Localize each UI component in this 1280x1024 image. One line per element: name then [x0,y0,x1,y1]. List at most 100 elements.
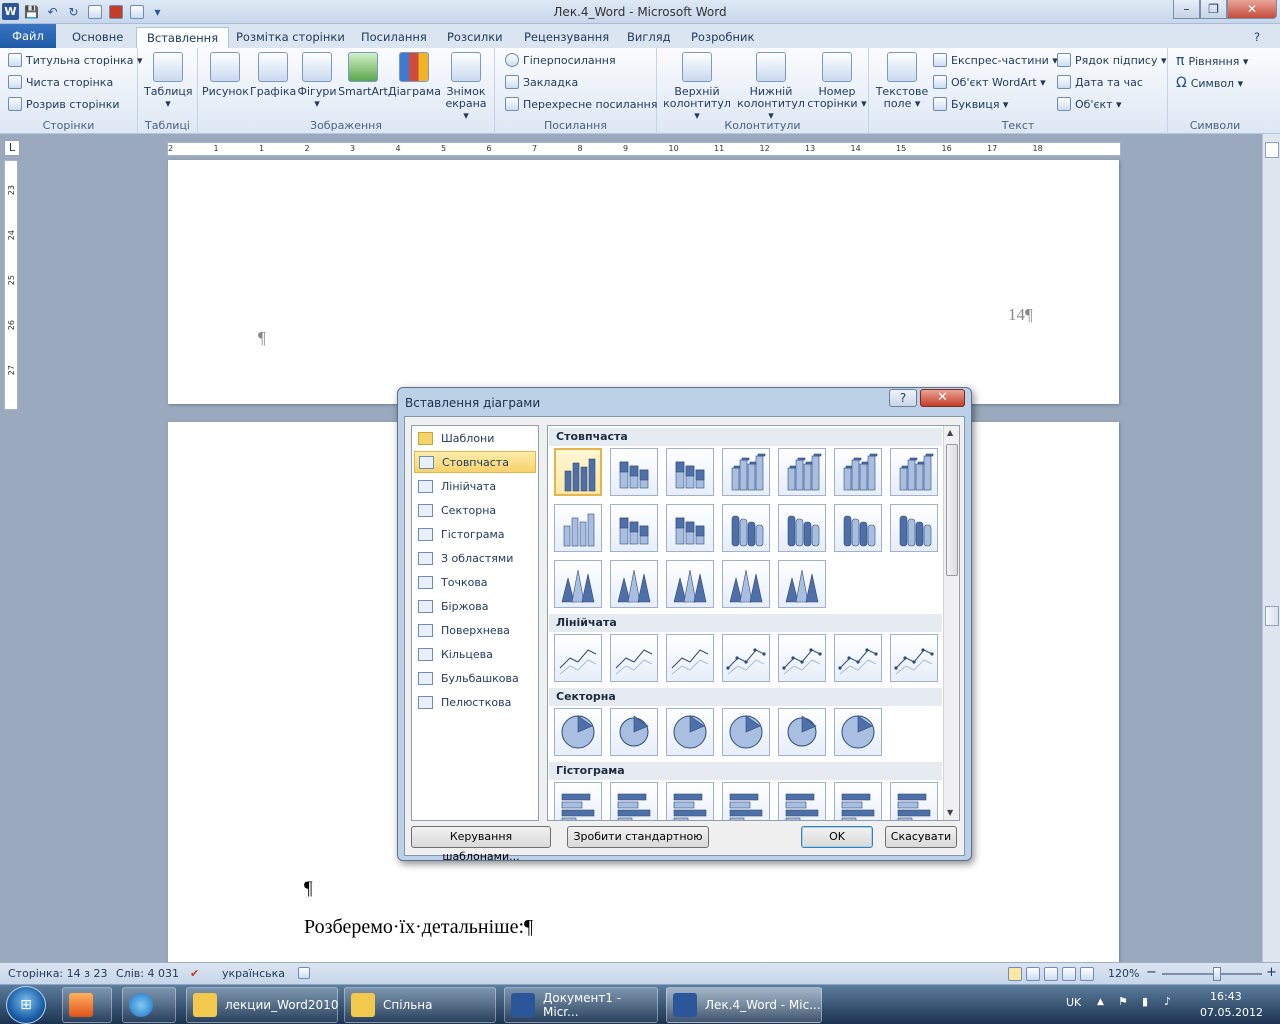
set-as-default-button[interactable]: Зробити стандартною [567,826,709,848]
line-chart-subtype[interactable] [610,634,658,682]
object-button[interactable]: Об'єкт ▾ [1057,97,1122,111]
scroll-up-icon[interactable]: ▲ [947,428,953,437]
page-break-button[interactable]: Розрив сторінки [8,97,120,111]
tab-mailings[interactable]: Розсилки [437,27,513,48]
close-button[interactable]: ✕ [1227,0,1277,19]
col-chart-subtype[interactable] [554,560,602,608]
line-chart-subtype[interactable] [722,634,770,682]
bar-chart-subtype[interactable] [834,782,882,820]
input-language[interactable]: UK [1066,996,1081,1009]
zoom-slider-track[interactable] [1162,967,1262,981]
category-stock-chart[interactable]: Біржова [414,595,536,617]
tab-developer[interactable]: Розробник [681,27,764,48]
draft-icon[interactable] [1080,967,1094,981]
text-box-button[interactable]: Текстове поле ▾ [875,52,929,110]
volume-icon[interactable]: ♪ [1164,995,1171,1008]
col-chart-subtype[interactable] [722,448,770,496]
category-folder[interactable]: Шаблони [414,427,536,449]
table-button[interactable]: Таблиця ▾ [144,52,193,110]
action-center-icon[interactable]: ⚑ [1118,995,1128,1008]
clipart-button[interactable]: Графіка [250,52,296,98]
pie-chart-subtype[interactable] [554,708,602,756]
pie-chart-subtype[interactable] [610,708,658,756]
col-chart-subtype[interactable] [610,560,658,608]
col-chart-subtype[interactable] [778,560,826,608]
tab-file[interactable]: Файл [0,24,56,48]
dialog-help-button[interactable]: ? [889,389,917,407]
category-line-chart[interactable]: Лінійчата [414,475,536,497]
category-bar-chart[interactable]: Гістограма [414,523,536,545]
category-surface-chart[interactable]: Поверхнева [414,619,536,641]
cover-page-button[interactable]: Титульна сторінка ▾ [8,53,143,67]
col-chart-subtype[interactable] [834,504,882,552]
help-button[interactable]: ? [1250,27,1264,48]
category-radar-chart[interactable]: Пелюсткова [414,691,536,713]
body-text[interactable]: Розберемо·їх·детальніше:¶ [304,916,533,939]
ie-button[interactable] [122,987,176,1023]
category-scatter-chart[interactable]: Точкова [414,571,536,593]
bar-chart-subtype[interactable] [554,782,602,820]
drop-cap-button[interactable]: Буквиця ▾ [933,97,1008,111]
media-player-button[interactable] [62,987,112,1023]
clock-date[interactable]: 07.05.2012 [1200,1006,1263,1019]
quick-parts-button[interactable]: Експрес-частини ▾ [933,53,1058,67]
zoom-out-button[interactable]: − [1146,965,1157,980]
signature-line-button[interactable]: Рядок підпису ▾ [1057,53,1167,67]
bookmark-button[interactable]: Закладка [505,75,578,89]
col-chart-subtype[interactable] [722,504,770,552]
chart-button[interactable]: Діаграма [388,52,441,98]
taskbar-item[interactable]: Спільна [344,987,496,1023]
taskbar-item[interactable]: Документ1 - Micr... [504,987,658,1023]
tab-references[interactable]: Посилання [351,27,437,48]
blank-page-button[interactable]: Чиста сторінка [8,75,113,89]
language-indicator[interactable]: українська [222,967,285,980]
word-count[interactable]: Слів: 4 031 [116,967,179,980]
outline-icon[interactable] [1062,967,1076,981]
col-chart-subtype[interactable] [722,560,770,608]
tab-selector[interactable]: L [4,140,20,156]
start-button[interactable]: ⊞ [6,986,46,1024]
pie-chart-subtype[interactable] [778,708,826,756]
category-pie-chart[interactable]: Секторна [414,499,536,521]
bar-chart-subtype[interactable] [666,782,714,820]
minimize-button[interactable]: – [1173,0,1200,19]
tab-page-layout[interactable]: Розмітка сторінки [226,27,355,48]
cross-reference-button[interactable]: Перехресне посилання [505,97,657,111]
picture-button[interactable]: Рисунок [202,52,249,98]
symbol-button[interactable]: Ω Символ ▾ [1176,75,1243,91]
macro-record-icon[interactable] [298,967,310,982]
horizontal-ruler[interactable]: 2 1 1 2 3 4 5 6 7 8 9 10 11 12 13 14 15 16 17 18 [167,142,1121,156]
ok-button[interactable]: OK [801,826,873,848]
full-screen-icon[interactable] [1026,967,1040,981]
footer-button[interactable]: Нижній колонтитул ▾ [735,52,807,122]
page-counter[interactable]: Сторінка: 14 з 23 [8,967,107,980]
tab-review[interactable]: Рецензування [514,27,619,48]
category-area-chart[interactable]: З областями [414,547,536,569]
taskbar-item[interactable]: лекции_Word2010 [186,987,338,1023]
pie-chart-subtype[interactable] [666,708,714,756]
line-chart-subtype[interactable] [666,634,714,682]
col-chart-subtype[interactable] [554,448,602,496]
line-chart-subtype[interactable] [554,634,602,682]
bar-chart-subtype[interactable] [610,782,658,820]
restore-button[interactable]: ❐ [1200,0,1227,19]
screenshot-button[interactable]: Знімок екрана ▾ [442,52,490,122]
cancel-button[interactable]: Скасувати [885,826,957,848]
tray-expand-icon[interactable]: ▲ [1097,997,1104,1007]
pie-chart-subtype[interactable] [722,708,770,756]
page-number-button[interactable]: Номер сторінки ▾ [807,52,867,110]
category-bubble-chart[interactable]: Бульбашкова [414,667,536,689]
equation-button[interactable]: π Рівняння ▾ [1176,53,1248,69]
web-layout-icon[interactable] [1044,967,1058,981]
network-icon[interactable]: ▮ [1142,995,1148,1008]
tab-view[interactable]: Вигляд [617,27,681,48]
col-chart-subtype[interactable] [890,504,938,552]
line-chart-subtype[interactable] [834,634,882,682]
taskbar-item[interactable]: Лек.4_Word - Mic... [666,987,822,1023]
zoom-in-button[interactable]: + [1266,965,1277,980]
smartart-button[interactable]: SmartArt [338,52,388,98]
document-page-14[interactable]: 14¶ ¶ [168,160,1119,404]
shapes-button[interactable]: Фігури ▾ [296,52,338,110]
tab-insert[interactable]: Вставлення [136,27,230,48]
vertical-scrollbar[interactable] [1262,134,1280,962]
